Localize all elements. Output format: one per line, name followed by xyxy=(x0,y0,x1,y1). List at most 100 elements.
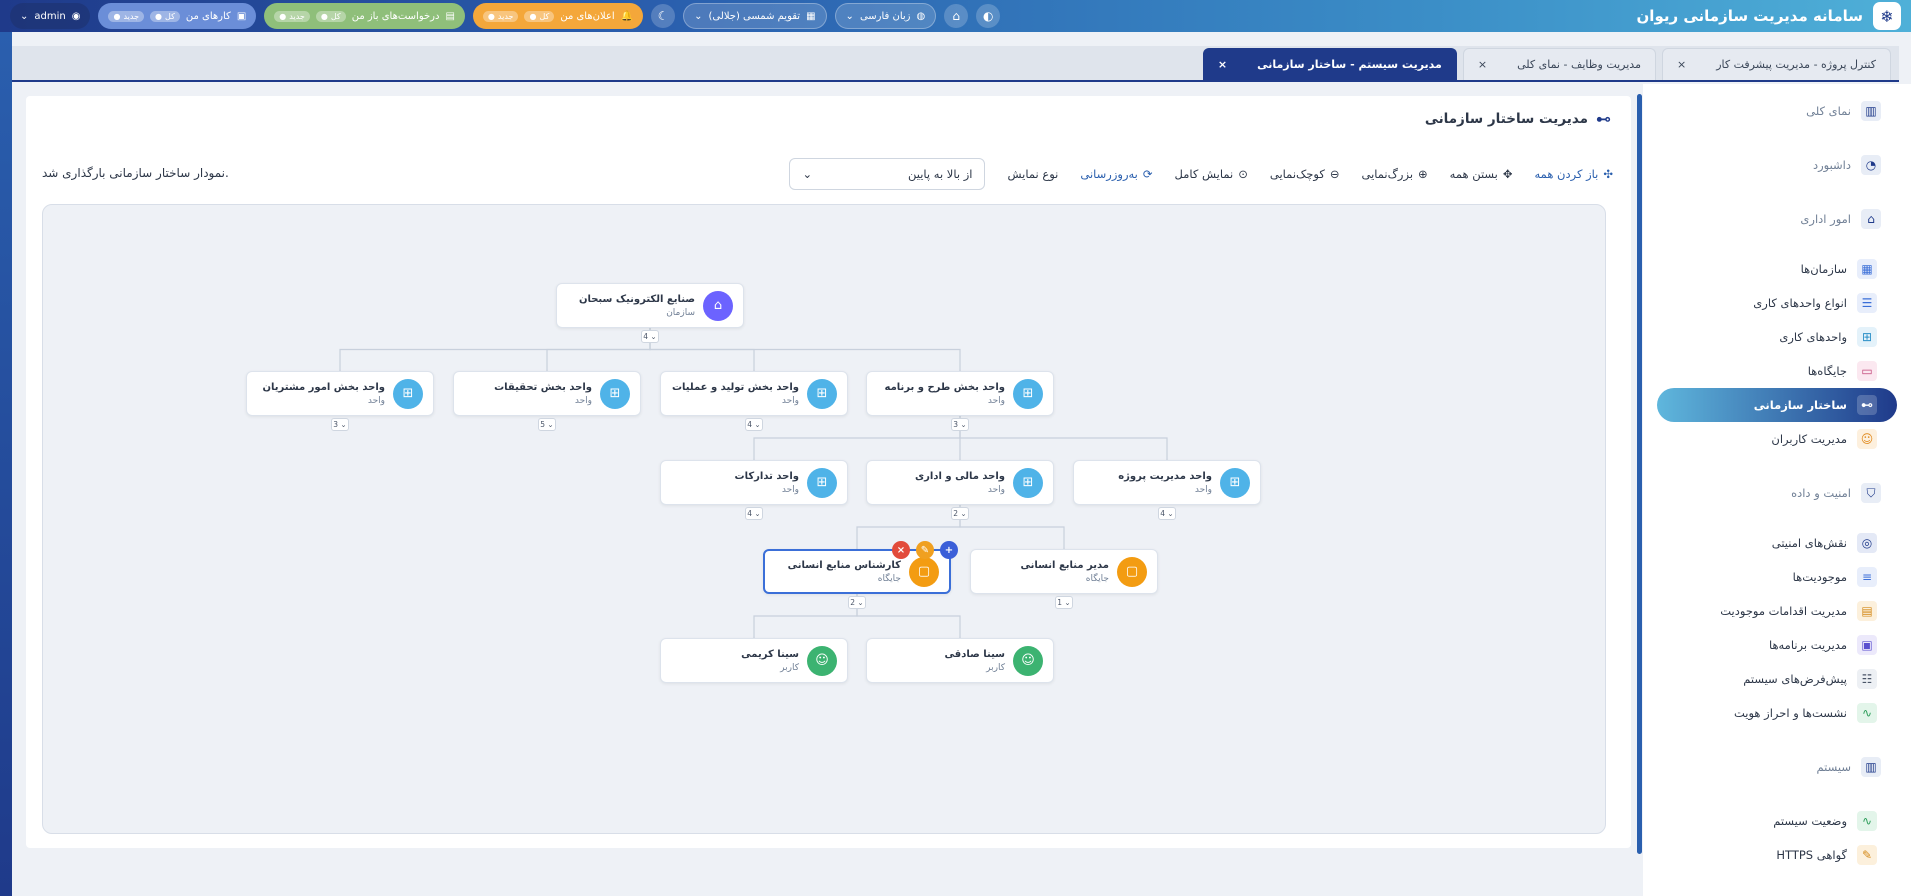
node-toggle-count[interactable]: 4 ⌄ xyxy=(641,330,659,343)
sidebar-label: امنیت و داده xyxy=(1791,486,1851,500)
org-chart-canvas[interactable]: ⌂ صنایع الکترونیک سبحان سازمان 4 ⌄ ⊞ واحد بخش… xyxy=(42,204,1606,834)
org-node-org[interactable]: ⌂ صنایع الکترونیک سبحان سازمان xyxy=(556,283,744,328)
sidebar-item-org-structure[interactable]: ⊶ ساختار سازمانی xyxy=(1657,388,1897,422)
node-type: واحد xyxy=(781,395,799,406)
users-icon: ☺ xyxy=(1857,429,1877,449)
node-type: جایگاه xyxy=(877,573,901,584)
tab-task-management[interactable]: مدیریت وظایف - نمای کلی × xyxy=(1462,48,1656,80)
my-tasks-button[interactable]: ▣ کارهای من کل ● جدید ● xyxy=(98,3,257,29)
sidebar-label: انواع واحدهای کاری xyxy=(1753,296,1847,310)
sidebar-item-unit-types[interactable]: ☰ انواع واحدهای کاری xyxy=(1643,286,1911,320)
brand: ❄ سامانه مدیریت سازمانی ریوان xyxy=(1637,2,1901,30)
sidebar-label: مدیریت برنامه‌ها xyxy=(1768,638,1847,652)
sidebar-item-programs[interactable]: ▣ مدیریت برنامه‌ها xyxy=(1643,628,1911,662)
main-panel: ⊶ مدیریت ساختار سازمانی ✣ باز کردن همه ✥ ب… xyxy=(26,96,1631,848)
org-node-e2[interactable]: ☺ سینا کریمی کاربر xyxy=(660,638,848,683)
dark-mode-toggle[interactable]: ☾ xyxy=(651,4,676,28)
org-node-u5[interactable]: ⊞ واحد مدیریت پروژه واحد xyxy=(1073,460,1261,505)
zoom-in-icon: ⊕ xyxy=(1418,167,1428,181)
node-text: سینا کریمی کاربر xyxy=(741,649,799,673)
sidebar-section-overview[interactable]: ▥ نمای کلی xyxy=(1643,94,1911,128)
close-icon[interactable]: × xyxy=(1677,58,1686,71)
node-toggle-count[interactable]: 2 ⌄ xyxy=(848,596,866,609)
node-toggle-count[interactable]: 4 ⌄ xyxy=(745,418,763,431)
user-menu[interactable]: ◉ admin ⌄ xyxy=(10,3,91,29)
sidebar-item-positions[interactable]: ▭ جایگاه‌ها xyxy=(1643,354,1911,388)
zoom-out-button[interactable]: ⊖ کوچک‌نمایی xyxy=(1270,167,1340,181)
notifications-new-badge: جدید ● xyxy=(482,10,519,22)
shield-search-icon: ◎ xyxy=(1857,533,1877,553)
close-icon[interactable]: × xyxy=(1478,58,1487,71)
add-node-button[interactable]: + xyxy=(940,541,958,559)
sidebar-section-system[interactable]: ▥ سیستم xyxy=(1643,750,1911,784)
node-type: واحد xyxy=(987,395,1005,406)
tab-bar: کنترل پروژه - مدیریت پیشرفت کار × مدیریت… xyxy=(12,46,1899,82)
sidebar-label: مدیریت اقدامات موجودیت xyxy=(1720,604,1847,618)
edit-node-button[interactable]: ✎ xyxy=(916,541,934,559)
palette-icon[interactable]: ◐ xyxy=(976,4,1001,28)
node-toggle-count[interactable]: 3 ⌄ xyxy=(331,418,349,431)
sidebar-section-admin[interactable]: ⌂ امور اداری xyxy=(1643,202,1911,236)
notifications-all-badge: کل ● xyxy=(524,10,555,22)
org-node-u3[interactable]: ⊞ واحد بخش تحقیقات واحد xyxy=(453,371,641,416)
button-label: به‌روزرسانی xyxy=(1080,167,1138,181)
sidebar-item-system-status[interactable]: ∿ وضعیت سیستم xyxy=(1643,804,1911,838)
sidebar-item-units[interactable]: ⊞ واحدهای کاری xyxy=(1643,320,1911,354)
server-icon: ▥ xyxy=(1861,757,1881,777)
edge-p2-e1 xyxy=(856,594,961,638)
tasks-all-badge: کل ● xyxy=(150,10,180,22)
org-node-u4[interactable]: ⊞ واحد بخش امور مشتریان واحد xyxy=(246,371,434,416)
language-selector[interactable]: ◍ زبان فارسی ⌄ xyxy=(834,3,937,29)
node-name: واحد بخش امور مشتریان xyxy=(262,381,385,393)
node-toggle-count[interactable]: 4 ⌄ xyxy=(745,507,763,520)
node-name: واحد مالی و اداری xyxy=(914,470,1005,482)
refresh-button[interactable]: ⟳ به‌روزرسانی xyxy=(1080,167,1152,181)
node-name: سینا صادقی xyxy=(944,648,1005,660)
button-label: باز کردن همه xyxy=(1534,167,1599,181)
org-node-u6[interactable]: ⊞ واحد مالی و اداری واحد xyxy=(866,460,1054,505)
expand-all-button[interactable]: ✣ باز کردن همه xyxy=(1535,167,1613,181)
tab-project-control[interactable]: کنترل پروژه - مدیریت پیشرفت کار × xyxy=(1661,48,1891,80)
sidebar-item-users[interactable]: ☺ مدیریت کاربران xyxy=(1643,422,1911,456)
delete-node-button[interactable]: × xyxy=(892,541,910,559)
refresh-icon: ⟳ xyxy=(1142,167,1153,181)
node-toggle-count[interactable]: 3 ⌄ xyxy=(951,418,969,431)
node-toggle-count[interactable]: 1 ⌄ xyxy=(1055,596,1073,609)
zoom-out-icon: ⊖ xyxy=(1329,167,1340,181)
node-toggle-count[interactable]: 4 ⌄ xyxy=(1158,507,1176,520)
edge-p2-e2 xyxy=(753,594,858,638)
open-requests-button[interactable]: ▤ درخواست‌های باز من کل ● جدید ● xyxy=(264,3,465,29)
scrollbar[interactable] xyxy=(1637,94,1642,854)
tab-system-management[interactable]: مدیریت سیستم - ساختار سازمانی × xyxy=(1202,48,1457,80)
user-icon: ☺ xyxy=(807,645,837,676)
view-type-select[interactable]: از بالا به پایین ⌄ xyxy=(789,158,986,190)
org-node-u1[interactable]: ⊞ واحد بخش طرح و برنامه واحد xyxy=(866,371,1054,416)
sidebar-item-entity-actions[interactable]: ▤ مدیریت اقدامات موجودیت xyxy=(1643,594,1911,628)
notifications-button[interactable]: 🔔 اعلان‌های من کل ● جدید ● xyxy=(472,3,644,29)
sidebar-item-entities[interactable]: ≡ موجودیت‌ها xyxy=(1643,560,1911,594)
org-node-e1[interactable]: ☺ سینا صادقی کاربر xyxy=(866,638,1054,683)
sidebar-section-security[interactable]: ⛉ امنیت و داده xyxy=(1643,476,1911,510)
org-node-u7[interactable]: ⊞ واحد تدارکات واحد xyxy=(660,460,848,505)
calendar-selector[interactable]: ▦ تقویم شمسی (جلالی) ⌄ xyxy=(683,3,827,29)
node-toggle-count[interactable]: 5 ⌄ xyxy=(538,418,556,431)
sidebar-section-dashboard[interactable]: ◔ داشبورد xyxy=(1643,148,1911,182)
sidebar-item-organizations[interactable]: ▦ سازمان‌ها xyxy=(1643,252,1911,286)
sidebar-item-sessions[interactable]: ∿ نشست‌ها و احراز هویت xyxy=(1643,696,1911,730)
sidebar-item-security-roles[interactable]: ◎ نقش‌های امنیتی xyxy=(1643,526,1911,560)
bank-icon[interactable]: ⌂ xyxy=(944,4,969,28)
org-node-u2[interactable]: ⊞ واحد بخش تولید و عملیات واحد xyxy=(660,371,848,416)
edge-org-u2 xyxy=(649,328,755,371)
sidebar-item-defaults[interactable]: ☷ پیش‌فرض‌های سیستم xyxy=(1643,662,1911,696)
close-icon[interactable]: × xyxy=(1218,58,1227,71)
org-node-p1[interactable]: ▢ مدیر منابع انسانی جایگاه xyxy=(970,549,1158,594)
full-view-button[interactable]: ⊙ نمایش کامل xyxy=(1175,167,1248,181)
sidebar-item-https[interactable]: ✎ گواهی HTTPS xyxy=(1643,838,1911,872)
node-type: واحد xyxy=(367,395,385,406)
zoom-in-button[interactable]: ⊕ بزرگ‌نمایی xyxy=(1361,167,1427,181)
unit-icon: ⊞ xyxy=(1220,467,1250,498)
calendar-icon: ▦ xyxy=(806,10,816,22)
sidebar-label: وضعیت سیستم xyxy=(1773,814,1847,828)
collapse-all-button[interactable]: ✥ بستن همه xyxy=(1450,167,1513,181)
node-toggle-count[interactable]: 2 ⌄ xyxy=(951,507,969,520)
